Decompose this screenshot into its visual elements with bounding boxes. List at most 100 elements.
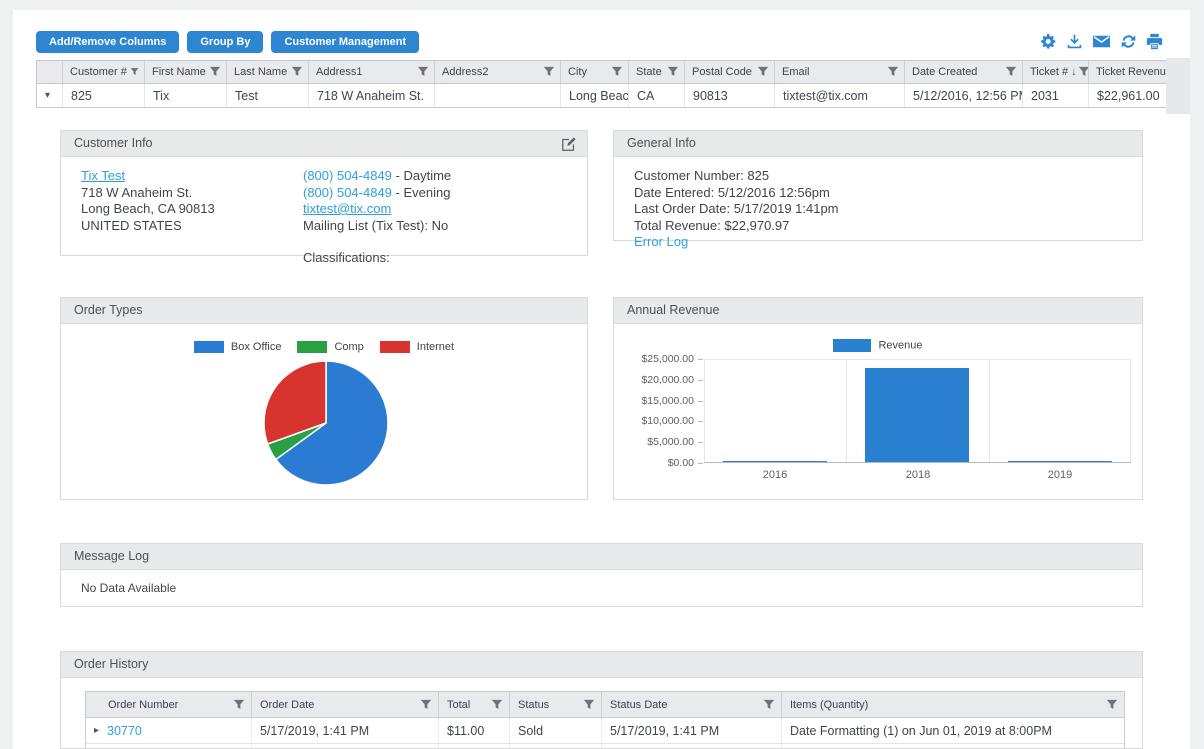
settings-gear-icon[interactable] [1040, 33, 1057, 50]
filter-icon[interactable] [757, 66, 769, 78]
row-expander-expanded-icon[interactable]: ▾ [45, 90, 50, 101]
order-types-header: Order Types [61, 298, 587, 324]
print-icon[interactable] [1146, 33, 1163, 50]
col-header-order-date[interactable]: Order Date [252, 692, 439, 717]
order-row[interactable]: ▸ 30770 5/17/2019, 1:41 PM $11.00 Sold 5/… [86, 718, 1124, 744]
filter-icon[interactable] [130, 66, 139, 78]
cell-date-created: 5/12/2016, 12:56 PM [905, 84, 1023, 107]
y-tick-15000: $15,000.00 [641, 395, 694, 407]
content-card: Add/Remove Columns Group By Customer Man… [13, 10, 1190, 749]
filter-icon[interactable] [1106, 699, 1118, 711]
edit-icon[interactable] [561, 136, 577, 161]
pie-legend: Box Office Comp Internet [61, 341, 587, 354]
customer-email-link[interactable]: tixtest@tix.com [303, 201, 391, 216]
general-info-body: Customer Number: 825 Date Entered: 5/12/… [614, 157, 1142, 251]
cell-order-date: 4/8/2019, 1:43 PM [252, 744, 439, 748]
col-header-ticket-revenue[interactable]: Ticket Revenue [1089, 61, 1167, 83]
order-history-header: Order History [61, 652, 1142, 678]
row-expander-collapsed-icon[interactable]: ▸ [94, 725, 99, 736]
col-header-status-date[interactable]: Status Date [602, 692, 782, 717]
customer-management-button[interactable]: Customer Management [271, 31, 420, 53]
bar-2018 [865, 368, 969, 462]
group-by-button[interactable]: Group By [187, 31, 264, 53]
customer-country: UNITED STATES [81, 217, 182, 233]
filter-icon[interactable] [209, 66, 221, 78]
cell-city: Long Beach [561, 84, 629, 107]
annual-revenue-chart: Revenue $25,000.00 $20,000.00 $15,000.00… [614, 324, 1142, 500]
filter-icon[interactable] [420, 699, 432, 711]
phone-daytime-link[interactable]: (800) 504-4849 [303, 168, 392, 183]
message-log-panel: Message Log No Data Available [60, 543, 1143, 607]
customer-address2: Long Beach, CA 90813 [81, 201, 215, 216]
legend-item-comp: Comp [297, 341, 364, 354]
col-header-city[interactable]: City [561, 61, 629, 83]
cell-status-date: 5/17/2019, 1:41 PM [602, 718, 782, 743]
customer-grid-header: Customer # First Name Last Name Address1… [37, 61, 1167, 84]
customer-row[interactable]: ▾ 825 Tix Test 718 W Anaheim St. Long Be… [37, 84, 1167, 107]
filter-icon[interactable] [667, 66, 679, 78]
col-header-customer-number[interactable]: Customer # [63, 61, 145, 83]
col-header-last-name[interactable]: Last Name [227, 61, 309, 83]
cell-items-quantity: "Fernando test" (0) on Apr 09, 2019 at 8… [782, 744, 1124, 748]
cell-address1: 718 W Anaheim St. [309, 84, 435, 107]
filter-icon[interactable] [291, 66, 303, 78]
cell-postal-code: 90813 [685, 84, 775, 107]
x-label-2016: 2016 [762, 469, 788, 481]
filter-icon[interactable] [887, 66, 899, 78]
col-header-postal-code[interactable]: Postal Code [685, 61, 775, 83]
cell-first-name: Tix [145, 84, 227, 107]
error-log-link[interactable]: Error Log [634, 234, 688, 249]
annual-revenue-panel: Annual Revenue Revenue $25,000.00 $20,00… [613, 297, 1143, 500]
cell-status-date: 4/8/2019, 1:51 PM [602, 744, 782, 748]
customer-name-link[interactable]: Tix Test [81, 168, 125, 183]
order-types-pie-chart [263, 360, 389, 486]
filter-icon[interactable] [763, 699, 775, 711]
order-row[interactable]: ▸30407 4/8/2019, 1:43 PM $0.00 Open 4/8/… [86, 744, 1124, 748]
cell-state: CA [629, 84, 685, 107]
filter-icon[interactable] [611, 66, 623, 78]
cell-address2 [435, 84, 561, 107]
y-tick-20000: $20,000.00 [641, 374, 694, 386]
col-header-ticket-number[interactable]: Ticket # ↓ [1023, 61, 1089, 83]
filter-icon[interactable] [1005, 66, 1017, 78]
cell-email: tixtest@tix.com [775, 84, 905, 107]
add-remove-columns-button[interactable]: Add/Remove Columns [36, 31, 180, 53]
col-header-address2[interactable]: Address2 [435, 61, 561, 83]
legend-swatch-box-office [193, 341, 224, 354]
filter-icon[interactable] [491, 699, 503, 711]
filter-icon[interactable] [1078, 66, 1089, 78]
col-header-date-created[interactable]: Date Created [905, 61, 1023, 83]
col-header-first-name[interactable]: First Name [145, 61, 227, 83]
download-icon[interactable] [1066, 33, 1083, 50]
legend-swatch-comp [297, 341, 328, 354]
email-icon[interactable] [1092, 33, 1111, 50]
phone-evening-link[interactable]: (800) 504-4849 [303, 185, 392, 200]
classifications-label: Classifications: [303, 250, 390, 265]
col-header-state[interactable]: State [629, 61, 685, 83]
order-number-link[interactable]: 30770 [107, 724, 142, 738]
toolbar-icons [1040, 33, 1163, 50]
order-history-table-header: Order Number Order Date Total Status Sta… [86, 692, 1124, 718]
cell-order-date: 5/17/2019, 1:41 PM [252, 718, 439, 743]
filter-icon[interactable] [583, 699, 595, 711]
order-types-chart: Box Office Comp Internet [61, 324, 587, 500]
mailing-list-status: Mailing List (Tix Test): No [303, 217, 449, 233]
col-header-status[interactable]: Status [510, 692, 602, 717]
customer-info-panel: Customer Info Tix Test 718 W Anaheim St.… [60, 130, 588, 265]
y-tick-0: $0.00 [667, 457, 694, 469]
refresh-icon[interactable] [1120, 33, 1137, 50]
col-header-items-quantity[interactable]: Items (Quantity) [782, 692, 1124, 717]
customer-info-header: Customer Info [61, 131, 587, 157]
cell-last-name: Test [227, 84, 309, 107]
col-header-total[interactable]: Total [439, 692, 510, 717]
col-header-order-number[interactable]: Order Number [86, 692, 252, 717]
general-info-panel: General Info Customer Number: 825 Date E… [613, 130, 1143, 249]
filter-icon[interactable] [543, 66, 555, 78]
col-header-email[interactable]: Email [775, 61, 905, 83]
toolbar: Add/Remove Columns Group By Customer Man… [36, 31, 420, 53]
cell-total: $0.00 [439, 744, 510, 748]
filter-icon[interactable] [417, 66, 429, 78]
general-date-entered: Date Entered: 5/12/2016 12:56pm [634, 184, 830, 200]
filter-icon[interactable] [233, 699, 245, 711]
col-header-address1[interactable]: Address1 [309, 61, 435, 83]
